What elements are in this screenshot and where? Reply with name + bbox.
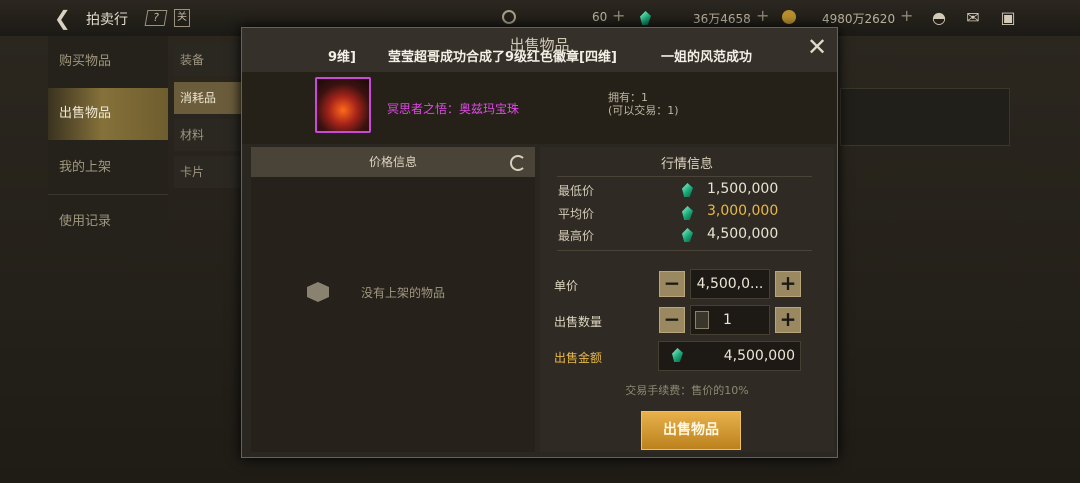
currency-coin-icon <box>502 10 516 24</box>
divider <box>557 250 812 251</box>
currency-3-add-button[interactable]: + <box>900 6 913 25</box>
currency-3-value: 4980万2620 <box>822 12 896 26</box>
price-info-list: 没有上架的物品 <box>251 177 535 452</box>
sidebar-nav: 购买物品 出售物品 我的上架 使用记录 <box>48 36 168 256</box>
page-title: 拍卖行 <box>86 12 128 28</box>
empty-listing-text: 没有上架的物品 <box>361 286 446 300</box>
lowest-price-value: 1,500,000 <box>707 181 779 197</box>
item-row: 冥思者之悟：奥兹玛宝珠 拥有：1 (可以交易：1) <box>242 72 837 144</box>
sell-item-button[interactable]: 出售物品 <box>641 411 741 450</box>
highest-price-label: 最高价 <box>558 229 595 243</box>
nav-item-history[interactable]: 使用记录 <box>48 196 168 248</box>
marquee-text-right: 一姐的风范成功 <box>661 50 752 65</box>
quantity-label: 出售数量 <box>554 315 603 329</box>
nav-item-buy[interactable]: 购买物品 <box>48 36 168 88</box>
marquee-text-left: 9维] <box>328 50 356 65</box>
unit-price-label: 单价 <box>554 279 579 293</box>
market-info-header: 行情信息 <box>660 157 713 172</box>
item-owned-count: 拥有：1 <box>608 91 648 104</box>
gem-icon <box>640 11 651 25</box>
quantity-minus-button[interactable]: − <box>659 307 685 333</box>
close-icon[interactable]: ✕ <box>805 35 829 60</box>
currency-2-value: 36万4658 <box>693 12 751 26</box>
gold-coin-icon <box>782 10 796 24</box>
price-info-header: 价格信息 <box>251 147 535 177</box>
average-price-value: 3,000,000 <box>707 203 779 219</box>
transaction-fee-text: 交易手续费：售价的10% <box>625 384 749 397</box>
total-amount-label: 出售金额 <box>554 351 603 365</box>
total-amount-value: 4,500,000 <box>723 348 795 364</box>
sell-item-dialog: 出售物品 9维] 莹莹超哥成功合成了9级红色徽章[四维] 一姐的风范成功 ✕ 冥… <box>241 27 838 458</box>
mail-icon[interactable]: ✉ <box>962 8 984 27</box>
back-arrow-icon[interactable]: ❮ <box>54 7 76 29</box>
item-tradable-count: (可以交易：1) <box>608 104 679 117</box>
currency-1-add-button[interactable]: + <box>612 6 625 25</box>
background-panel <box>840 88 1010 146</box>
nav-item-my-listings[interactable]: 我的上架 <box>48 142 168 194</box>
marquee-text-middle: 莹莹超哥成功合成了9级红色徽章[四维] <box>388 50 617 65</box>
unit-price-plus-button[interactable]: + <box>775 271 801 297</box>
unit-price-minus-button[interactable]: − <box>659 271 685 297</box>
currency-2-add-button[interactable]: + <box>756 6 769 25</box>
category-consumables[interactable]: 消耗品 <box>174 82 244 114</box>
category-equipment[interactable]: 装备 <box>174 44 244 76</box>
chat-icon[interactable]: ▣ <box>997 8 1019 27</box>
help-icon[interactable]: ? <box>144 10 168 26</box>
calculator-icon[interactable] <box>695 311 709 329</box>
item-ownership: 拥有：1 (可以交易：1) <box>608 91 679 117</box>
empty-box-icon <box>307 282 329 302</box>
category-cards[interactable]: 卡片 <box>174 156 244 188</box>
divider <box>48 194 168 195</box>
calendar-icon[interactable]: 关 <box>174 9 190 27</box>
refresh-icon[interactable] <box>510 155 526 171</box>
item-orb-icon <box>315 77 371 133</box>
unit-price-input[interactable]: 4,500,0... <box>690 269 770 299</box>
pot-icon[interactable]: ◓ <box>928 8 950 27</box>
nav-item-sell[interactable]: 出售物品 <box>48 88 168 140</box>
divider <box>557 176 812 177</box>
announcement-marquee: 9维] 莹莹超哥成功合成了9级红色徽章[四维] 一姐的风范成功 <box>328 44 752 66</box>
category-materials[interactable]: 材料 <box>174 119 244 151</box>
average-price-label: 平均价 <box>558 207 595 221</box>
highest-price-value: 4,500,000 <box>707 226 779 242</box>
lowest-price-label: 最低价 <box>558 184 595 198</box>
quantity-plus-button[interactable]: + <box>775 307 801 333</box>
item-name: 冥思者之悟：奥兹玛宝珠 <box>387 102 520 116</box>
currency-1-value: 60 <box>592 10 608 24</box>
